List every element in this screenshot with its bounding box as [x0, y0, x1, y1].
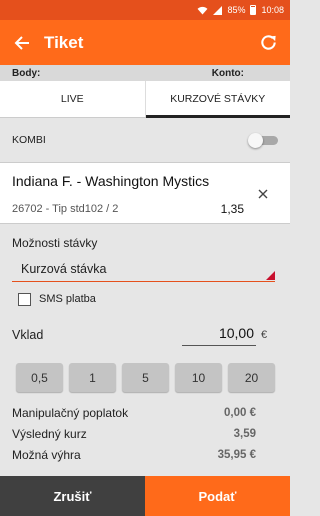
fee-label: Manipulačný poplatok: [12, 405, 129, 420]
back-arrow-icon: [14, 35, 29, 50]
total-odds-value: 3,59: [233, 427, 256, 440]
tab-live[interactable]: LIVE: [0, 81, 145, 117]
account-bar: Body: Konto:: [0, 65, 290, 81]
body-label: Body:: [12, 67, 41, 79]
bet-type-value: Kurzová stávka: [21, 262, 107, 276]
close-icon: [258, 189, 268, 199]
potential-win-value: 35,95 €: [217, 448, 256, 461]
kombi-row: KOMBI: [0, 126, 290, 154]
dropdown-arrow-icon: [266, 271, 275, 280]
page-title: Tiket: [44, 32, 84, 52]
remove-bet-button[interactable]: [256, 187, 270, 201]
summary-row-fee: Manipulačný poplatok 0,00 €: [12, 402, 278, 423]
quick-stake-button[interactable]: 1: [69, 363, 116, 392]
potential-win-label: Možná výhra: [12, 447, 81, 462]
bet-tip: 26702 - Tip std102 / 2: [12, 203, 119, 215]
submit-button[interactable]: Podať: [145, 476, 290, 516]
bet-type-select[interactable]: Kurzová stávka: [12, 260, 275, 282]
back-button[interactable]: [0, 20, 44, 65]
battery-icon: [250, 5, 257, 15]
tab-kurzove-stavky[interactable]: KURZOVÉ STÁVKY: [144, 81, 291, 118]
battery-percent: 85%: [227, 5, 246, 15]
tab-bar: LIVE KURZOVÉ STÁVKY: [0, 81, 290, 118]
quick-stake-button[interactable]: 0,5: [16, 363, 63, 392]
quick-stake-button[interactable]: 10: [175, 363, 222, 392]
signal-icon: [213, 5, 223, 15]
bet-options-label: Možnosti stávky: [12, 236, 98, 250]
fee-value: 0,00 €: [224, 406, 256, 419]
cancel-button[interactable]: Zrušiť: [0, 476, 145, 516]
bet-summary: Manipulačný poplatok 0,00 € Výsledný kur…: [12, 402, 278, 465]
quick-stake-button[interactable]: 20: [228, 363, 275, 392]
stake-label: Vklad: [12, 328, 44, 342]
stake-currency: €: [261, 329, 268, 341]
refresh-icon: [260, 35, 276, 50]
quick-stake-button[interactable]: 5: [122, 363, 169, 392]
status-bar: 85% 10:08: [0, 0, 290, 20]
quick-stake-buttons: 0,5 1 5 10 20: [16, 363, 275, 392]
konto-label: Konto:: [211, 67, 244, 79]
stake-input[interactable]: 10,00: [182, 325, 256, 346]
sms-payment-label: SMS platba: [39, 293, 96, 305]
total-odds-label: Výsledný kurz: [12, 426, 87, 441]
checkbox-icon: [18, 292, 31, 306]
summary-row-total-odds: Výsledný kurz 3,59: [12, 423, 278, 444]
kombi-label: KOMBI: [12, 134, 46, 146]
kombi-toggle[interactable]: [248, 133, 278, 148]
wifi-icon: [198, 6, 208, 15]
sms-payment-checkbox[interactable]: SMS platba: [18, 291, 96, 307]
app-bar: Tiket: [0, 20, 290, 65]
action-bar: Zrušiť Podať: [0, 476, 290, 516]
bet-odd: 1,35: [220, 202, 244, 216]
summary-row-potential-win: Možná výhra 35,95 €: [12, 444, 278, 465]
bet-card: Indiana F. - Washington Mystics 26702 - …: [0, 162, 290, 224]
refresh-button[interactable]: [246, 20, 290, 65]
bet-match: Indiana F. - Washington Mystics: [12, 173, 210, 189]
clock: 10:08: [261, 5, 284, 15]
